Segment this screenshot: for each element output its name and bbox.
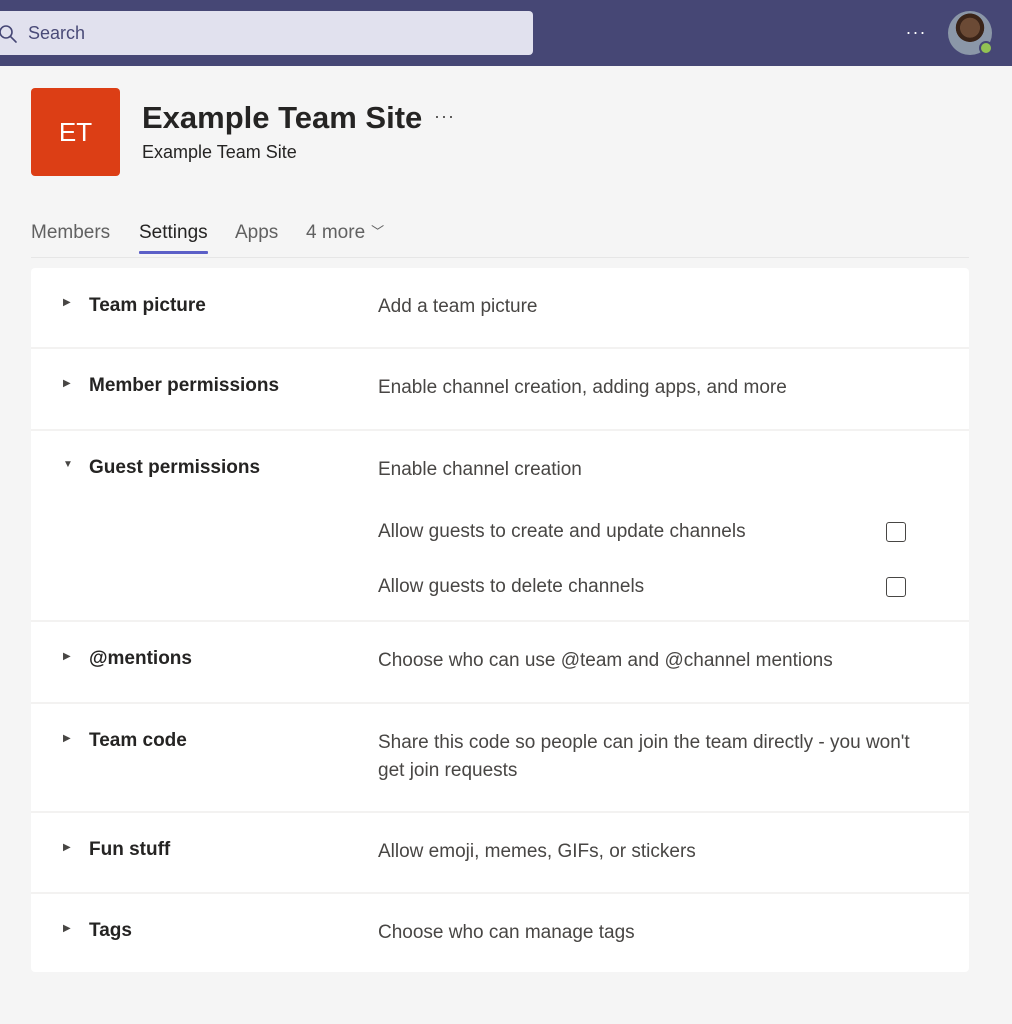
tab-bar: Members Settings Apps 4 more ﹀ [31, 222, 969, 258]
search-input[interactable] [28, 11, 508, 55]
setting-description: Enable channel creation, adding apps, an… [378, 377, 787, 398]
setting-team-picture: ▶ Team picture Add a team picture [31, 268, 969, 349]
allow-guests-create-update-checkbox[interactable] [886, 522, 906, 542]
setting-tags: ▶ Tags Choose who can manage tags [31, 894, 969, 972]
caret-right-icon: ▶ [63, 297, 71, 308]
caret-right-icon: ▶ [63, 842, 71, 853]
allow-guests-delete-checkbox[interactable] [886, 577, 906, 597]
team-subtitle: Example Team Site [142, 142, 297, 162]
setting-title: Team code [89, 730, 187, 751]
setting-title: Team picture [89, 295, 206, 316]
setting-title: @mentions [89, 648, 192, 669]
setting-header[interactable]: ▶ Team picture [31, 268, 361, 348]
setting-mentions: ▶ @mentions Choose who can use @team and… [31, 622, 969, 704]
tab-label: Members [31, 222, 111, 243]
setting-fun-stuff: ▶ Fun stuff Allow emoji, memes, GIFs, or… [31, 813, 969, 894]
setting-guest-permissions: ▼ Guest permissions Enable channel creat… [31, 431, 969, 622]
top-bar: ··· [0, 0, 1012, 66]
setting-team-code: ▶ Team code Share this code so people ca… [31, 704, 969, 813]
tab-more[interactable]: 4 more ﹀ [306, 222, 384, 254]
setting-header[interactable]: ▶ Team code [31, 704, 361, 784]
setting-title: Tags [89, 920, 132, 941]
setting-description: Choose who can manage tags [378, 922, 635, 943]
search-box[interactable] [0, 11, 533, 55]
tab-apps[interactable]: Apps [235, 222, 278, 254]
setting-title: Guest permissions [89, 457, 261, 478]
setting-description: Add a team picture [378, 296, 538, 317]
tab-settings[interactable]: Settings [139, 222, 208, 254]
search-icon [0, 25, 17, 43]
option-label: Allow guests to delete channels [378, 576, 645, 597]
caret-right-icon: ▶ [63, 733, 71, 744]
setting-description: Allow emoji, memes, GIFs, or stickers [378, 841, 696, 862]
setting-title: Member permissions [89, 375, 280, 396]
setting-header[interactable]: ▶ @mentions [31, 622, 361, 702]
team-initials: ET [58, 116, 93, 147]
setting-member-permissions: ▶ Member permissions Enable channel crea… [31, 349, 969, 431]
option-label: Allow guests to create and update channe… [378, 521, 746, 542]
caret-right-icon: ▶ [63, 651, 71, 662]
chevron-down-icon: ﹀ [371, 224, 385, 239]
page-title: Example Team Site [142, 100, 423, 135]
presence-available-icon [979, 41, 993, 55]
tab-label: Settings [139, 222, 208, 243]
setting-description: Choose who can use @team and @channel me… [378, 650, 833, 671]
tab-label: Apps [235, 222, 279, 243]
setting-header[interactable]: ▶ Fun stuff [31, 813, 361, 893]
tab-members[interactable]: Members [31, 222, 110, 254]
team-avatar-tile: ET [31, 88, 120, 176]
setting-header[interactable]: ▶ Tags [31, 894, 361, 974]
setting-description: Share this code so people can join the t… [378, 732, 910, 781]
setting-description: Enable channel creation [378, 459, 582, 480]
setting-header[interactable]: ▼ Guest permissions [31, 431, 361, 511]
caret-down-icon: ▼ [63, 459, 73, 470]
caret-right-icon: ▶ [63, 378, 71, 389]
tab-label: 4 more [306, 222, 366, 243]
caret-right-icon: ▶ [63, 923, 71, 934]
settings-panel: ▶ Team picture Add a team picture ▶ Memb… [31, 268, 969, 972]
team-more-options-icon[interactable]: ··· [434, 106, 455, 127]
setting-title: Fun stuff [89, 839, 171, 860]
more-options-icon[interactable]: ··· [902, 20, 930, 44]
setting-header[interactable]: ▶ Member permissions [31, 349, 361, 429]
